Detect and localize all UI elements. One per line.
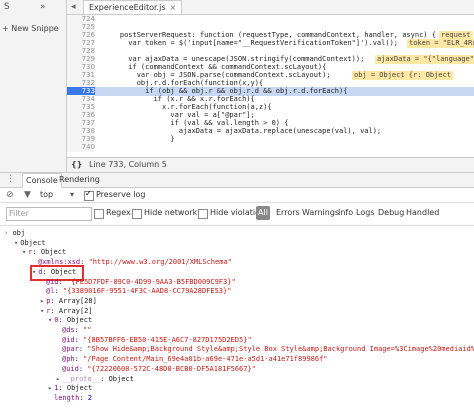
navigator-pane: S » + New Snippe xyxy=(0,0,67,172)
preserve-log-checkbox[interactable] xyxy=(84,189,94,201)
editor-status-bar: {} Line 733, Column 5 xyxy=(67,157,474,172)
prop-value: "/Page Content/Main_69e4a01b-a69e-471e-a… xyxy=(83,355,328,364)
level-debug[interactable]: Debug xyxy=(376,206,406,220)
toggle-navigator-icon[interactable]: ◂ xyxy=(71,2,76,12)
expand-triangle-icon[interactable]: ▾ xyxy=(22,248,26,256)
prop-key: p xyxy=(46,296,51,305)
prop-value: "{8B57BFF6-EB50-415E-A6C7-827D175D2ED5}" xyxy=(83,335,252,344)
navigator-tabs: S » xyxy=(0,2,66,12)
file-tab-experience-editor[interactable]: ExperienceEditor.js × xyxy=(83,0,183,14)
hide-network-checkbox[interactable] xyxy=(132,209,142,219)
prop-key: @ph xyxy=(62,355,75,364)
prop-key: @id xyxy=(46,277,59,286)
context-selector[interactable]: top xyxy=(40,190,53,199)
code-editor: ◂ ExperienceEditor.js × 724 725 726 postS… xyxy=(67,0,474,172)
close-icon[interactable]: × xyxy=(170,3,177,12)
prop-value: Object xyxy=(66,384,93,393)
code-line[interactable]: 740 xyxy=(67,143,474,152)
more-tabs-icon[interactable]: » xyxy=(40,2,46,12)
tab-rendering[interactable]: Rendering xyxy=(56,173,103,186)
level-errors[interactable]: Errors xyxy=(274,206,302,220)
prompt-icon: › xyxy=(4,229,9,237)
expand-triangle-icon[interactable]: ▾ xyxy=(40,307,44,315)
prop-value: "{3389016F-9551-4F3C-AAD8-CC79A28DFE53}" xyxy=(62,287,232,296)
prop-value: "" xyxy=(83,326,92,334)
clear-console-icon[interactable]: ⊘ xyxy=(6,190,14,200)
hide-violations-checkbox[interactable] xyxy=(198,209,208,219)
prop-key: @l xyxy=(46,287,55,296)
prop-value: Object xyxy=(108,374,134,383)
level-info[interactable]: Info xyxy=(336,206,355,220)
snippets-tab[interactable]: S xyxy=(4,2,10,12)
prop-key: @par xyxy=(62,345,79,354)
expand-triangle-icon[interactable]: ▾ xyxy=(14,239,18,247)
console-output[interactable]: › obj ▾ Object ▾ r: Object @xmlns:xsd: "ht… xyxy=(0,226,474,411)
code-lines[interactable]: 724 725 726 postServerRequest: function … xyxy=(67,15,474,155)
level-logs[interactable]: Logs xyxy=(354,206,376,220)
line-number[interactable]: 740 xyxy=(67,143,95,152)
drawer-tabbar: ⋮ Console Rendering xyxy=(0,173,474,188)
pretty-print-icon[interactable]: {} xyxy=(71,160,82,169)
chevron-down-icon[interactable]: ▾ xyxy=(70,190,74,199)
prop-value: "http://www.w3.org/2001/XMLSchema" xyxy=(88,258,232,267)
object-label: Object xyxy=(20,238,46,247)
prop-key: 0 xyxy=(54,316,59,325)
filter-input[interactable]: Filter xyxy=(6,207,92,221)
echo-text: obj xyxy=(12,229,26,237)
expand-triangle-icon[interactable]: ▾ xyxy=(48,316,52,324)
prop-value: Array[2] xyxy=(58,306,93,315)
level-all[interactable]: All xyxy=(256,206,270,220)
prop-value: "Show Hide&amp;Background Style&amp;Styl… xyxy=(87,345,474,354)
prop-key: r xyxy=(28,248,33,257)
regex-label: Regex xyxy=(106,208,131,217)
prop-value: 2 xyxy=(87,393,92,402)
regex-checkbox[interactable] xyxy=(94,209,104,219)
sources-panel: S » + New Snippe ◂ ExperienceEditor.js × … xyxy=(0,0,474,173)
hide-network-label: Hide network xyxy=(144,208,198,217)
collapse-triangle-icon[interactable]: ▸ xyxy=(48,384,52,392)
prop-value: Object xyxy=(66,316,93,325)
new-snippet-button[interactable]: + New Snippe xyxy=(2,24,59,33)
drawer-menu-icon[interactable]: ⋮ xyxy=(6,174,15,184)
prop-value: "{FE5D7FDF-89C0-4D99-9AA3-B5FBD009C9F3}" xyxy=(67,277,236,286)
console-filter-bar: Filter Regex Hide network Hide violation… xyxy=(0,203,474,226)
prop-key: length xyxy=(54,393,80,402)
filter-funnel-icon[interactable]: ▼ xyxy=(24,190,31,200)
collapse-triangle-icon[interactable]: ▸ xyxy=(40,297,44,305)
prop-value: "{72220608-572C-48D0-BCB0-DF5A181F5667}" xyxy=(87,364,256,373)
prop-value: Object xyxy=(40,248,67,257)
preserve-log-label: Preserve log xyxy=(96,190,146,199)
prop-key: r xyxy=(46,306,51,315)
prop-key: __proto__ xyxy=(62,374,101,383)
prop-key: @ds xyxy=(62,326,75,334)
cursor-position: Line 733, Column 5 xyxy=(89,160,167,169)
prop-key: @uid xyxy=(62,364,79,373)
level-warnings[interactable]: Warnings xyxy=(300,206,341,220)
tree-node: length: 2 xyxy=(54,393,92,402)
file-tab-label: ExperienceEditor.js xyxy=(89,3,166,12)
prop-key: @id xyxy=(62,335,75,344)
prop-key: 1 xyxy=(54,384,59,393)
prop-value: Array[28] xyxy=(58,296,97,305)
console-toolbar: ⊘ ▼ top ▾ Preserve log xyxy=(0,188,474,203)
collapse-triangle-icon[interactable]: ▸ xyxy=(56,375,60,383)
editor-tabbar: ◂ ExperienceEditor.js × xyxy=(67,0,474,15)
level-handled[interactable]: Handled xyxy=(404,206,441,220)
